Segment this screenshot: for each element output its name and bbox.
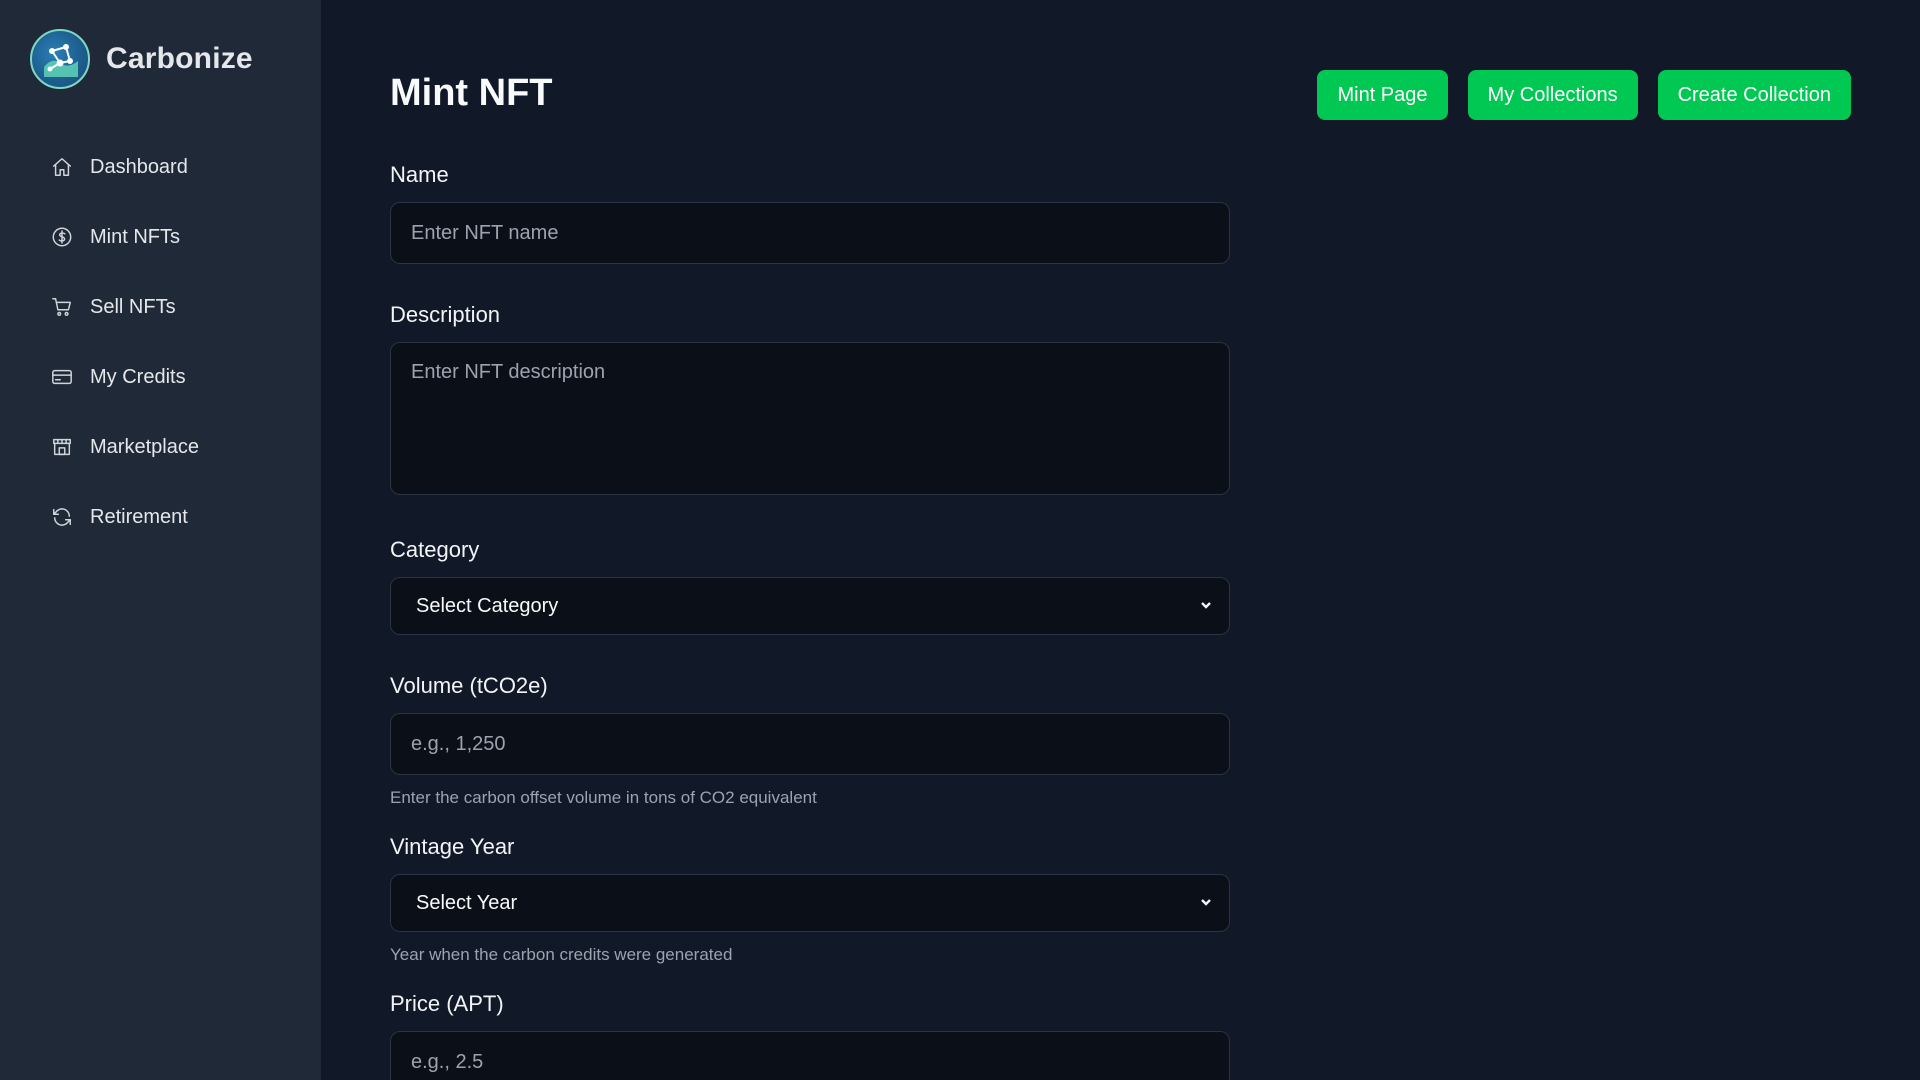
sidebar-item-my-credits[interactable]: My Credits (0, 342, 321, 412)
sidebar-item-label: Dashboard (90, 155, 188, 178)
carbon-network-logo-icon (30, 29, 90, 89)
mint-page-button[interactable]: Mint Page (1317, 70, 1448, 120)
create-collection-button[interactable]: Create Collection (1657, 70, 1851, 120)
sidebar-item-retirement[interactable]: Retirement (0, 482, 321, 552)
dollar-circle-icon (50, 225, 74, 249)
sidebar-item-marketplace[interactable]: Marketplace (0, 412, 321, 482)
credit-card-icon (50, 365, 74, 389)
sidebar-item-label: Marketplace (90, 435, 199, 458)
price-label: Price (APT) (390, 991, 504, 1016)
volume-group: Volume (tCO2e) e.g., 1,250 Enter the car… (390, 673, 1230, 808)
category-label: Category (390, 537, 480, 562)
vintage-year-hint: Year when the carbon credits were genera… (390, 945, 733, 964)
brand[interactable]: Carbonize (30, 29, 253, 89)
vintage-year-label: Vintage Year (390, 834, 515, 859)
sidebar-item-sell-nfts[interactable]: Sell NFTs (0, 272, 321, 342)
home-icon (50, 155, 74, 179)
brand-name: Carbonize (106, 42, 253, 75)
refresh-icon (50, 505, 74, 529)
store-icon (50, 435, 74, 459)
name-input[interactable]: Enter NFT name (390, 202, 1230, 264)
sidebar-item-mint-nfts[interactable]: Mint NFTs (0, 202, 321, 272)
mint-nft-form: Name Enter NFT name Description Enter NF… (390, 162, 1230, 1080)
description-textarea[interactable]: Enter NFT description (390, 342, 1230, 495)
category-group: Category Select Category (390, 537, 1230, 635)
price-group: Price (APT) e.g., 2.5 (390, 991, 1230, 1080)
sidebar-item-dashboard[interactable]: Dashboard (0, 132, 321, 202)
vintage-year-select[interactable]: Select Year (390, 874, 1230, 932)
main-content: Mint NFT Mint Page My Collections Create… (321, 0, 1920, 1080)
sidebar-item-label: Sell NFTs (90, 295, 176, 318)
vintage-year-group: Vintage Year Select Year Year when the c… (390, 834, 1230, 965)
sidebar-item-label: My Credits (90, 365, 186, 388)
category-selected-value: Select Category (416, 594, 559, 617)
volume-input[interactable]: e.g., 1,250 (390, 713, 1230, 775)
vintage-year-selected-value: Select Year (416, 891, 518, 914)
category-select[interactable]: Select Category (390, 577, 1230, 635)
cart-icon (50, 295, 74, 319)
chevron-down-icon (1199, 595, 1213, 618)
name-group: Name Enter NFT name (390, 162, 1230, 264)
my-collections-button[interactable]: My Collections (1467, 70, 1638, 120)
sidebar: Carbonize Dashboard Mint NFTs Sell NFTs (0, 0, 321, 1080)
sidebar-item-label: Retirement (90, 505, 188, 528)
price-input[interactable]: e.g., 2.5 (390, 1031, 1230, 1080)
page-title: Mint NFT (390, 72, 553, 114)
name-label: Name (390, 162, 449, 187)
sidebar-nav: Dashboard Mint NFTs Sell NFTs My Credits (0, 132, 321, 552)
chevron-down-icon (1199, 892, 1213, 915)
description-label: Description (390, 302, 501, 327)
volume-label: Volume (tCO2e) (390, 673, 548, 698)
description-group: Description Enter NFT description (390, 302, 1230, 495)
volume-hint: Enter the carbon offset volume in tons o… (390, 788, 817, 807)
sidebar-item-label: Mint NFTs (90, 225, 180, 248)
header-actions: Mint Page My Collections Create Collecti… (1317, 70, 1851, 120)
